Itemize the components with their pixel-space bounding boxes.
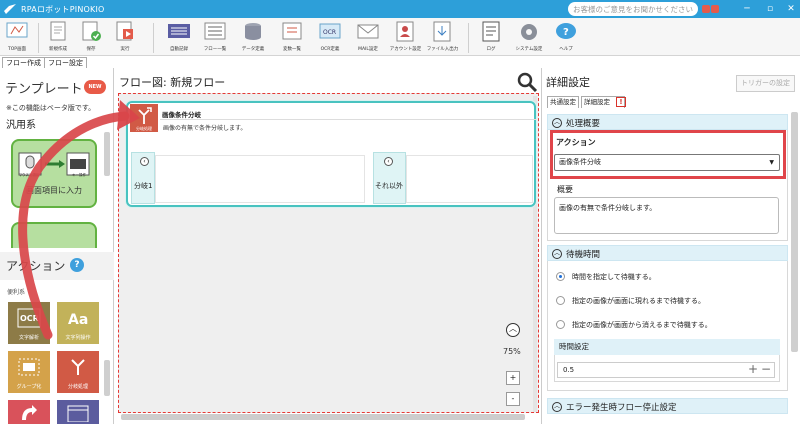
action-select[interactable]: 画像条件分岐 ▼ [554, 154, 780, 171]
trigger-settings-button[interactable]: トリガーの設定 [736, 75, 795, 92]
section-wait-header[interactable]: ︿ 待機時間 [547, 245, 788, 261]
zoom-in-button[interactable]: + [506, 371, 520, 385]
radio-wait-image-disappear-label[interactable]: 指定の画像が画面から消えるまで待機する。 [572, 320, 712, 330]
warning-icon: ! [616, 97, 626, 107]
zoom-out-button[interactable]: - [506, 392, 520, 406]
action-label: アクション [556, 138, 596, 147]
section-overview-header[interactable]: ︿ 処理概要 [547, 114, 788, 130]
collapse-icon[interactable]: ︿ [552, 118, 562, 128]
radio-wait-time[interactable] [556, 272, 565, 281]
details-title: 詳細設定 [546, 76, 590, 89]
collapse-icon[interactable]: ︿ [552, 249, 562, 259]
section-title: 待機時間 [566, 250, 601, 260]
wait-time-input[interactable]: 0.5 [557, 362, 775, 378]
tab-common-settings[interactable]: 共通設定 [547, 96, 579, 108]
zoom-level: 75% [503, 347, 521, 356]
action-select-value: 画像条件分岐 [559, 158, 601, 166]
radio-wait-time-label[interactable]: 時間を指定して待機する。 [572, 272, 656, 282]
wait-time-label: 時間設定 [554, 339, 780, 355]
canvas-horizontal-scrollbar[interactable] [121, 414, 525, 420]
summary-field[interactable]: 画像の有無で条件分岐します。 [554, 197, 779, 234]
radio-wait-image-appear[interactable] [556, 296, 565, 305]
increment-button[interactable]: + [748, 362, 758, 376]
section-title: 処理概要 [566, 119, 601, 129]
collapse-icon[interactable]: ︿ [552, 402, 562, 412]
zoom-scroll-up-icon[interactable]: ︿ [506, 323, 520, 337]
radio-wait-image-appear-label[interactable]: 指定の画像が画面に現れるまで待機する。 [572, 296, 705, 306]
summary-label: 概要 [557, 185, 573, 194]
chevron-down-icon: ▼ [769, 159, 774, 166]
section-title: エラー発生時フロー停止設定 [566, 403, 677, 413]
details-scrollbar[interactable] [791, 112, 798, 352]
section-error-header[interactable]: ︿ エラー発生時フロー停止設定 [547, 398, 788, 414]
decrement-button[interactable]: − [761, 362, 771, 376]
radio-wait-image-disappear[interactable] [556, 320, 565, 329]
